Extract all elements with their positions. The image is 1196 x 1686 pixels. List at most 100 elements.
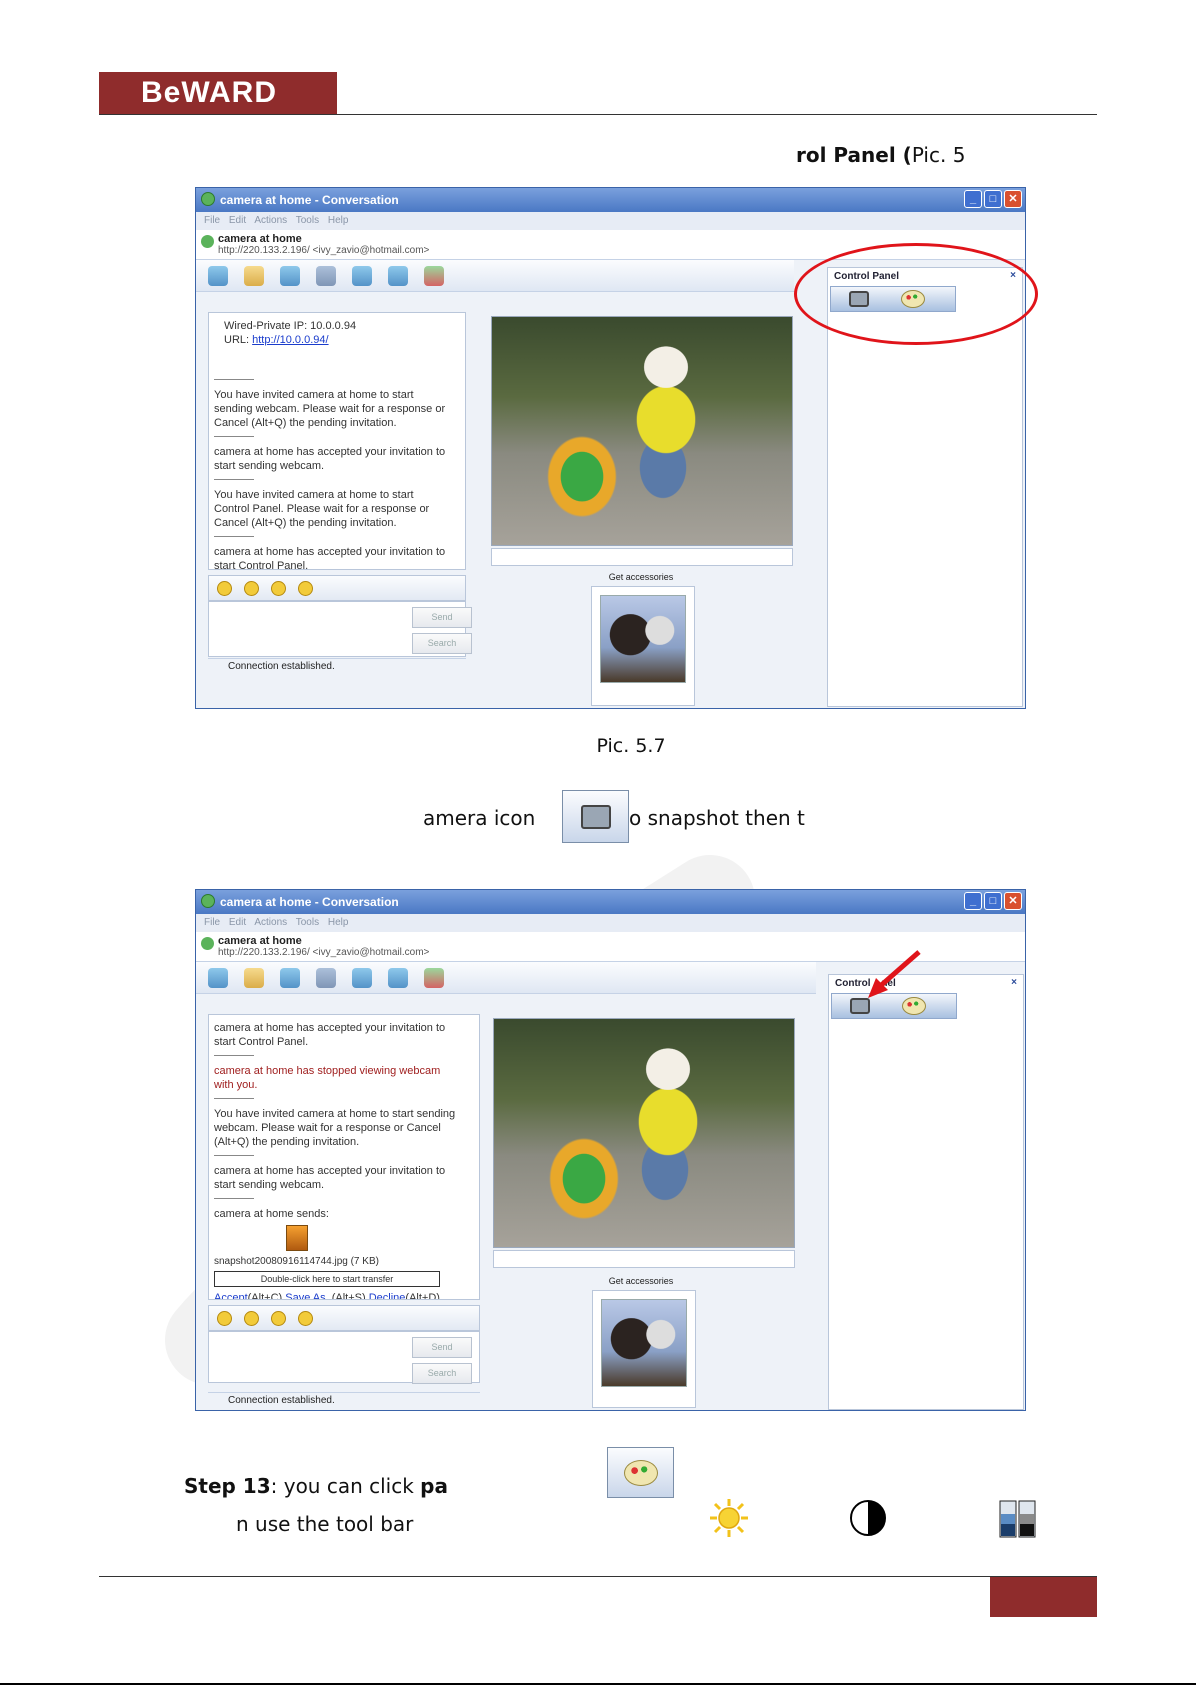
minimize-button[interactable]: _ — [964, 892, 982, 910]
step13-line: Step 13: you can click pa — [184, 1474, 448, 1498]
invite-icon[interactable] — [208, 967, 228, 988]
activities-icon[interactable] — [352, 967, 372, 988]
get-accessories-label[interactable]: Get accessories — [586, 572, 696, 582]
invite-icon[interactable] — [208, 265, 228, 286]
accessories-panel — [592, 1290, 696, 1408]
nudge-icon[interactable] — [271, 1310, 286, 1326]
emoticon-icon[interactable] — [217, 1310, 232, 1326]
search-button[interactable]: Search — [412, 633, 472, 654]
chat-history: camera at home has accepted your invitat… — [208, 1014, 480, 1300]
transfer-actions: Accept(Alt+C) Save As..(Alt+S) Decline(A… — [214, 1291, 461, 1300]
minimize-button[interactable]: _ — [964, 190, 982, 208]
contact-url: http://220.133.2.196/ <ivy_zavio@hotmail… — [218, 245, 430, 256]
window-titlebar: camera at home - Conversation _ □ ✕ — [196, 890, 1025, 914]
figure-caption: Pic. 5.7 — [596, 735, 666, 757]
call-icon[interactable] — [316, 265, 336, 286]
page-bottom-rule — [0, 1683, 1196, 1685]
maximize-button[interactable]: □ — [984, 892, 1002, 910]
ip-line: Wired-Private IP: 10.0.0.94 — [224, 320, 357, 332]
status-bar: Connection established. — [208, 658, 466, 674]
palette-icon — [624, 1460, 658, 1486]
saveas-key: (Alt+S) — [331, 1292, 366, 1300]
display-picture — [601, 1299, 687, 1387]
font-icon[interactable] — [298, 580, 313, 596]
font-icon[interactable] — [298, 1310, 313, 1326]
block-icon[interactable] — [424, 967, 444, 988]
video-controls[interactable] — [493, 1250, 795, 1268]
menu-bar[interactable]: File Edit Actions Tools Help — [196, 914, 1025, 932]
chat-message: You have invited camera at home to start… — [214, 1108, 456, 1148]
accept-key: (Alt+C) — [247, 1292, 283, 1300]
webcam-video — [491, 316, 793, 546]
chat-message: camera at home has accepted your invitat… — [214, 546, 446, 570]
chat-history: Wired-Private IP: 10.0.0.94 URL: http://1… — [208, 312, 466, 570]
camera-line-normal: o snapshot then t — [629, 806, 805, 830]
emoticon-icon[interactable] — [217, 580, 232, 596]
webcam-icon[interactable] — [280, 967, 300, 988]
window-titlebar: camera at home - Conversation _ □ ✕ — [196, 188, 1025, 212]
get-accessories-label[interactable]: Get accessories — [586, 1276, 696, 1286]
intro-bold: rol Panel ( — [796, 143, 912, 167]
page-number-box — [990, 1577, 1097, 1617]
window-title: camera at home - Conversation — [220, 895, 399, 909]
close-button[interactable]: ✕ — [1004, 892, 1022, 910]
intro-line: rol Panel (Pic. 5 — [796, 143, 965, 167]
intro-normal: Pic. 5 — [911, 143, 966, 167]
nudge-icon[interactable] — [271, 580, 286, 596]
camera-snapshot-icon[interactable] — [850, 998, 870, 1014]
red-arrow-icon — [868, 950, 921, 998]
step13-text: : you can click — [270, 1474, 421, 1498]
sends-line: camera at home sends: — [214, 1208, 329, 1220]
menu-bar[interactable]: File Edit Actions Tools Help — [196, 212, 1025, 230]
accept-link[interactable]: Accept — [214, 1292, 248, 1299]
chat-message: You have invited camera at home to start… — [214, 389, 446, 429]
display-picture — [600, 595, 686, 683]
wink-icon[interactable] — [244, 1310, 259, 1326]
webcam-icon[interactable] — [280, 265, 300, 286]
chat-message: camera at home has accepted your invitat… — [214, 1022, 446, 1048]
highlight-ellipse — [794, 243, 1038, 345]
decline-link[interactable]: Decline — [369, 1292, 406, 1299]
camera-url-link[interactable]: http://10.0.0.94/ — [252, 334, 328, 346]
games-icon[interactable] — [388, 265, 408, 286]
close-button[interactable]: ✕ — [1004, 190, 1022, 208]
step13-line2: n use the tool bar — [236, 1512, 414, 1536]
step13-label: Step 13 — [184, 1474, 271, 1498]
contact-name: camera at home — [218, 935, 302, 947]
games-icon[interactable] — [388, 967, 408, 988]
call-icon[interactable] — [316, 967, 336, 988]
beward-logo: BeWARD — [99, 72, 337, 115]
saveas-link[interactable]: Save As.. — [285, 1292, 331, 1299]
contact-name: camera at home — [218, 233, 302, 245]
action-toolbar — [196, 962, 816, 994]
chat-message: You have invited camera at home to start… — [214, 489, 430, 529]
file-icon[interactable] — [286, 1225, 308, 1251]
messenger-icon — [201, 894, 215, 908]
camera-line-bold: amera icon — [423, 806, 536, 830]
transfer-button[interactable]: Double-click here to start transfer — [214, 1271, 440, 1287]
search-button[interactable]: Search — [412, 1363, 472, 1384]
send-button[interactable]: Send — [412, 607, 472, 628]
camera-icon-inline — [562, 790, 629, 843]
maximize-button[interactable]: □ — [984, 190, 1002, 208]
activities-icon[interactable] — [352, 265, 372, 286]
send-files-icon[interactable] — [244, 967, 264, 988]
send-files-icon[interactable] — [244, 265, 264, 286]
webcam-video — [493, 1018, 795, 1248]
window-title: camera at home - Conversation — [220, 193, 399, 207]
control-panel-close[interactable]: × — [1011, 977, 1017, 988]
chat-message-stopped: camera at home has stopped viewing webca… — [214, 1065, 441, 1091]
wink-icon[interactable] — [244, 580, 259, 596]
block-icon[interactable] — [424, 265, 444, 286]
brightness-icon — [710, 1499, 748, 1537]
send-button[interactable]: Send — [412, 1337, 472, 1358]
url-label: URL: — [224, 334, 250, 346]
emoticon-bar — [208, 1305, 480, 1331]
camera-icon — [581, 805, 611, 829]
accessories-panel — [591, 586, 695, 706]
video-controls[interactable] — [491, 548, 793, 566]
action-toolbar — [196, 260, 794, 292]
footer-rule — [99, 1576, 1097, 1577]
contrast-icon — [850, 1500, 886, 1536]
file-name: snapshot20080916114744.jpg (7 KB) — [214, 1256, 379, 1267]
